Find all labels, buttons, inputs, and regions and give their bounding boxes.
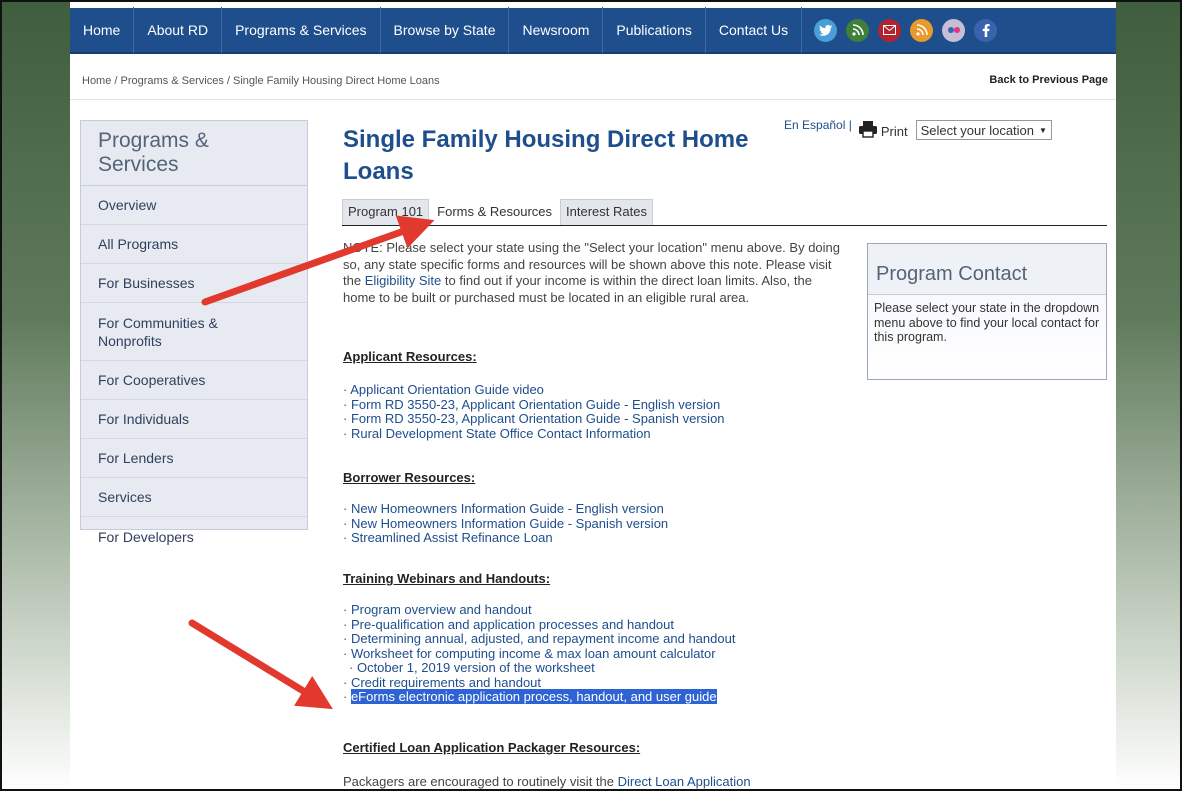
- list-item[interactable]: · New Homeowners Information Guide - Eng…: [343, 501, 668, 517]
- program-contact-text: Please select your state in the dropdown…: [874, 301, 1100, 344]
- page-background-right: [1116, 0, 1182, 791]
- sidebar-title: Programs & Services: [81, 121, 307, 186]
- nav-programs-services[interactable]: Programs & Services: [222, 7, 381, 53]
- nav-contact-us[interactable]: Contact Us: [706, 7, 803, 53]
- feed-icon[interactable]: [846, 18, 870, 42]
- applicant-resources-heading: Applicant Resources:: [343, 349, 477, 364]
- sidebar-nav: Programs & Services Overview All Program…: [80, 120, 308, 545]
- sidebar-item-overview[interactable]: Overview: [81, 186, 307, 225]
- nav-browse-by-state[interactable]: Browse by State: [381, 7, 510, 53]
- location-select-value: Select your location: [920, 122, 1035, 138]
- sidebar-item-for-developers[interactable]: For Developers: [81, 517, 307, 556]
- nav-newsroom[interactable]: Newsroom: [509, 7, 604, 53]
- twitter-icon[interactable]: [814, 18, 838, 42]
- print-button[interactable]: Print: [858, 118, 908, 139]
- tab-program-101[interactable]: Program 101: [342, 199, 430, 225]
- social-icons: [814, 18, 998, 42]
- list-item[interactable]: · October 1, 2019 version of the workshe…: [343, 660, 735, 676]
- sidebar-item-for-individuals[interactable]: For Individuals: [81, 400, 307, 439]
- tab-interest-rates[interactable]: Interest Rates: [560, 199, 653, 225]
- list-item[interactable]: · Applicant Orientation Guide video: [343, 382, 725, 398]
- sidebar-item-services[interactable]: Services: [81, 478, 307, 517]
- page-tools: En Español | Print Select your location …: [784, 118, 1052, 140]
- sidebar-item-all-programs[interactable]: All Programs: [81, 225, 307, 264]
- eligibility-site-link[interactable]: Eligibility Site: [365, 273, 442, 288]
- training-webinars-list: · Program overview and handout · Pre-qua…: [343, 602, 735, 705]
- location-select[interactable]: Select your location ▼: [915, 120, 1052, 140]
- page-container: Home About RD Programs & Services Browse…: [70, 0, 1116, 791]
- facebook-icon[interactable]: [974, 18, 998, 42]
- list-item[interactable]: · New Homeowners Information Guide - Spa…: [343, 516, 668, 532]
- nav-home[interactable]: Home: [70, 7, 135, 53]
- list-item[interactable]: · Worksheet for computing income & max l…: [343, 646, 735, 662]
- print-label: Print: [880, 124, 908, 139]
- list-item[interactable]: · Pre-qualification and application proc…: [343, 617, 735, 633]
- direct-loan-application-link[interactable]: Direct Loan Application: [618, 774, 751, 789]
- list-item[interactable]: · Credit requirements and handout: [343, 675, 735, 691]
- rss-icon[interactable]: [910, 18, 934, 42]
- sidebar-item-for-communities[interactable]: For Communities & Nonprofits: [81, 303, 307, 361]
- page-title-line1: Single Family Housing Direct Home: [343, 126, 749, 153]
- flickr-icon[interactable]: [942, 18, 966, 42]
- breadcrumb-bar: Home / Programs & Services / Single Fami…: [70, 62, 1116, 100]
- nav-publications[interactable]: Publications: [603, 7, 706, 53]
- list-item[interactable]: · Form RD 3550-23, Applicant Orientation…: [343, 411, 725, 427]
- list-item[interactable]: · Streamlined Assist Refinance Loan: [343, 530, 668, 546]
- sidebar-item-for-cooperatives[interactable]: For Cooperatives: [81, 361, 307, 400]
- list-item[interactable]: · Program overview and handout: [343, 602, 735, 618]
- page-background-left: [0, 0, 70, 791]
- program-contact-box: Program Contact Please select your state…: [867, 243, 1107, 380]
- espanol-link[interactable]: En Español |: [784, 118, 852, 132]
- list-item[interactable]: · Determining annual, adjusted, and repa…: [343, 631, 735, 647]
- back-to-previous-page-link[interactable]: Back to Previous Page: [989, 74, 1108, 86]
- page-title: Single Family Housing Direct Home Loans: [343, 124, 793, 188]
- training-webinars-heading: Training Webinars and Handouts:: [343, 571, 551, 586]
- list-item[interactable]: · Form RD 3550-23, Applicant Orientation…: [343, 397, 725, 413]
- dropdown-arrow-icon: ▼: [1039, 125, 1047, 135]
- email-icon[interactable]: [878, 18, 902, 42]
- borrower-resources-list: · New Homeowners Information Guide - Eng…: [343, 501, 668, 546]
- tab-forms-resources[interactable]: Forms & Resources: [431, 199, 559, 225]
- note-paragraph: NOTE: Please select your state using the…: [343, 240, 843, 306]
- packager-resources-heading: Certified Loan Application Packager Reso…: [343, 740, 641, 755]
- sidebar-item-for-businesses[interactable]: For Businesses: [81, 264, 307, 303]
- program-contact-title: Program Contact: [868, 244, 1106, 295]
- printer-icon: [858, 120, 877, 138]
- list-item-eforms[interactable]: · eForms electronic application process,…: [343, 689, 735, 705]
- packager-text: Packagers are encouraged to routinely vi…: [343, 774, 751, 789]
- list-item[interactable]: · Rural Development State Office Contact…: [343, 426, 725, 442]
- main-nav: Home About RD Programs & Services Browse…: [70, 7, 1116, 54]
- borrower-resources-heading: Borrower Resources:: [343, 470, 476, 485]
- page-title-line2: Loans: [343, 158, 414, 185]
- nav-about-rd[interactable]: About RD: [134, 7, 223, 53]
- content-tabs: Program 101 Forms & Resources Interest R…: [342, 198, 1107, 226]
- sidebar-item-for-lenders[interactable]: For Lenders: [81, 439, 307, 478]
- breadcrumb[interactable]: Home / Programs & Services / Single Fami…: [82, 75, 440, 87]
- applicant-resources-list: · Applicant Orientation Guide video · Fo…: [343, 382, 725, 442]
